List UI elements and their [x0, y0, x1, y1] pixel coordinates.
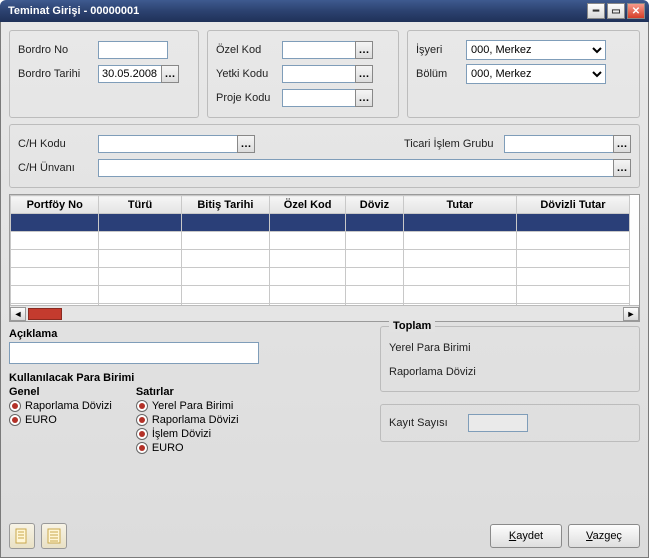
- scroll-left-arrow[interactable]: ◄: [10, 307, 26, 321]
- bordro-tarihi-label: Bordro Tarihi: [18, 68, 98, 80]
- content-area: Bordro No Bordro Tarihi … Özel Kod … Yet…: [0, 22, 649, 558]
- table-row[interactable]: [11, 250, 630, 268]
- yetki-kodu-lookup[interactable]: …: [355, 65, 373, 83]
- toplam-legend: Toplam: [389, 320, 435, 332]
- radio-satir-euro[interactable]: EURO: [136, 442, 239, 454]
- ozel-kod-lookup[interactable]: …: [355, 41, 373, 59]
- table-row[interactable]: [11, 286, 630, 304]
- note-icon-button[interactable]: [9, 523, 35, 549]
- panel-org: İşyeri 000, Merkez Bölüm 000, Merkez: [407, 30, 640, 118]
- grid[interactable]: Portföy No Türü Bitiş Tarihi Özel Kod Dö…: [9, 194, 640, 322]
- horizontal-scrollbar[interactable]: ◄ ►: [10, 305, 639, 321]
- col-tutar[interactable]: Tutar: [403, 196, 516, 214]
- scroll-thumb[interactable]: [28, 308, 62, 320]
- isyeri-select[interactable]: 000, Merkez: [466, 40, 606, 60]
- table-row[interactable]: [11, 214, 630, 232]
- raporlama-label: Raporlama Dövizi: [389, 366, 476, 378]
- ozel-kod-input[interactable]: [282, 41, 356, 59]
- yerel-label: Yerel Para Birimi: [389, 342, 471, 354]
- ch-unvani-label: C/H Ünvanı: [18, 162, 98, 174]
- kayit-sayisi-value: [468, 414, 528, 432]
- table-row[interactable]: [11, 268, 630, 286]
- ozel-kod-label: Özel Kod: [216, 44, 282, 56]
- ticari-islem-input[interactable]: [504, 135, 614, 153]
- yetki-kodu-label: Yetki Kodu: [216, 68, 282, 80]
- scroll-right-arrow[interactable]: ►: [623, 307, 639, 321]
- bordro-no-label: Bordro No: [18, 44, 98, 56]
- panel-bordro: Bordro No Bordro Tarihi …: [9, 30, 199, 118]
- titlebar: Teminat Girişi - 00000001 ━ ▭ ✕: [0, 0, 649, 22]
- vazgec-button[interactable]: Vazgeç: [568, 524, 640, 548]
- kayit-label: Kayıt Sayısı: [389, 417, 448, 429]
- yetki-kodu-input[interactable]: [282, 65, 356, 83]
- satirlar-label: Satırlar: [136, 386, 239, 398]
- col-doviz[interactable]: Döviz: [346, 196, 404, 214]
- bordro-tarihi-input[interactable]: [98, 65, 162, 83]
- kayit-group: Kayıt Sayısı: [380, 404, 640, 442]
- bolum-select[interactable]: 000, Merkez: [466, 64, 606, 84]
- toplam-group: Toplam Yerel Para Birimi Raporlama Döviz…: [380, 326, 640, 392]
- aciklama-label: Açıklama: [9, 328, 370, 340]
- panel-codes: Özel Kod … Yetki Kodu … Proje Kodu …: [207, 30, 399, 118]
- col-bitis-tarihi[interactable]: Bitiş Tarihi: [181, 196, 269, 214]
- radio-satir-islem[interactable]: İşlem Dövizi: [136, 428, 239, 440]
- list-icon-button[interactable]: [41, 523, 67, 549]
- ch-unvani-input[interactable]: [98, 159, 614, 177]
- table-row[interactable]: [11, 232, 630, 250]
- ch-kodu-lookup[interactable]: …: [237, 135, 255, 153]
- col-portfoy-no[interactable]: Portföy No: [11, 196, 99, 214]
- kpb-label: Kullanılacak Para Birimi: [9, 372, 370, 384]
- proje-kodu-input[interactable]: [282, 89, 356, 107]
- col-turu[interactable]: Türü: [99, 196, 181, 214]
- ch-unvani-lookup[interactable]: …: [613, 159, 631, 177]
- ch-kodu-label: C/H Kodu: [18, 138, 98, 150]
- radio-genel-raporlama[interactable]: Raporlama Dövizi: [9, 400, 112, 412]
- aciklama-input[interactable]: [9, 342, 259, 364]
- radio-genel-euro[interactable]: EURO: [9, 414, 112, 426]
- window-title: Teminat Girişi - 00000001: [8, 5, 585, 17]
- proje-kodu-lookup[interactable]: …: [355, 89, 373, 107]
- panel-ch: C/H Kodu … Ticari İşlem Grubu … C/H Ünva…: [9, 124, 640, 188]
- bolum-label: Bölüm: [416, 68, 466, 80]
- ch-kodu-input[interactable]: [98, 135, 238, 153]
- maximize-button[interactable]: ▭: [607, 3, 625, 19]
- footer: Kaydet Vazgeç: [9, 523, 640, 549]
- col-ozel-kod[interactable]: Özel Kod: [270, 196, 346, 214]
- proje-kodu-label: Proje Kodu: [216, 92, 282, 104]
- bordro-no-input[interactable]: [98, 41, 168, 59]
- date-picker-button[interactable]: …: [161, 65, 179, 83]
- minimize-button[interactable]: ━: [587, 3, 605, 19]
- radio-satir-yerel[interactable]: Yerel Para Birimi: [136, 400, 239, 412]
- radio-satir-raporlama[interactable]: Raporlama Dövizi: [136, 414, 239, 426]
- close-button[interactable]: ✕: [627, 3, 645, 19]
- isyeri-label: İşyeri: [416, 44, 466, 56]
- ticari-islem-lookup[interactable]: …: [613, 135, 631, 153]
- ticari-islem-label: Ticari İşlem Grubu: [404, 138, 504, 150]
- genel-label: Genel: [9, 386, 112, 398]
- col-dovizli-tutar[interactable]: Dövizli Tutar: [516, 196, 629, 214]
- kaydet-button[interactable]: Kaydet: [490, 524, 562, 548]
